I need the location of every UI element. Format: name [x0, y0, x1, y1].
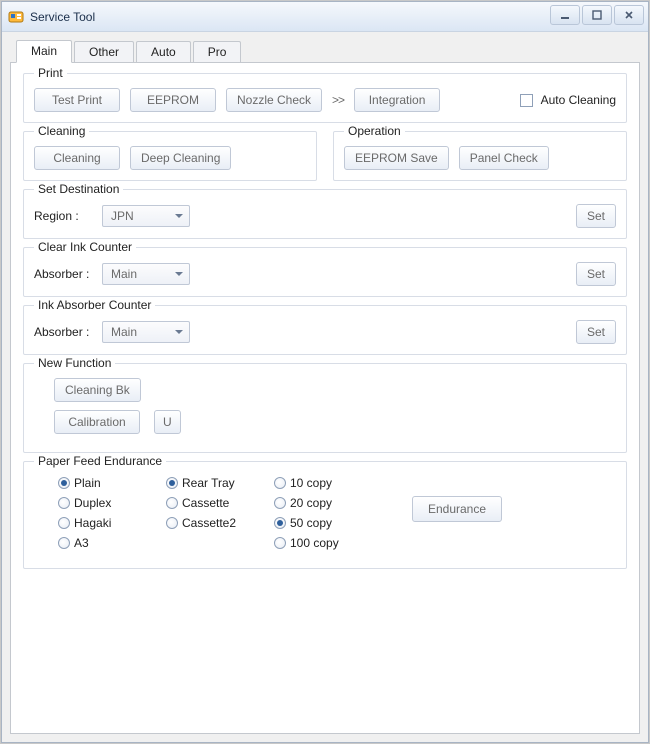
radio-plain[interactable]: Plain [58, 476, 136, 490]
client-area: Main Other Auto Pro Print Test Print EEP… [2, 32, 648, 742]
legend-paper-feed: Paper Feed Endurance [34, 454, 166, 468]
legend-clear-ink: Clear Ink Counter [34, 240, 136, 254]
legend-ink-absorber: Ink Absorber Counter [34, 298, 155, 312]
group-set-destination: Set Destination Region : JPN Set [23, 189, 627, 239]
group-new-function: New Function Cleaning Bk Calibration U [23, 363, 627, 453]
eeprom-save-button[interactable]: EEPROM Save [344, 146, 449, 170]
radio-10copy-label: 10 copy [290, 476, 332, 490]
clear-ink-set-button[interactable]: Set [576, 262, 616, 286]
window-controls [550, 5, 644, 25]
radio-icon [166, 497, 178, 509]
panel-check-button[interactable]: Panel Check [459, 146, 549, 170]
u-button[interactable]: U [154, 410, 181, 434]
group-cleaning: Cleaning Cleaning Deep Cleaning [23, 131, 317, 181]
group-print: Print Test Print EEPROM Nozzle Check >> … [23, 73, 627, 123]
radio-icon [58, 477, 70, 489]
checkbox-icon [520, 94, 533, 107]
cleaning-button[interactable]: Cleaning [34, 146, 120, 170]
radio-hagaki[interactable]: Hagaki [58, 516, 136, 530]
radio-duplex[interactable]: Duplex [58, 496, 136, 510]
deep-cleaning-button[interactable]: Deep Cleaning [130, 146, 231, 170]
pfe-col-media: Plain Duplex Hagaki A3 [58, 476, 146, 550]
endurance-button[interactable]: Endurance [412, 496, 502, 522]
radio-a3-label: A3 [74, 536, 89, 550]
print-row: Test Print EEPROM Nozzle Check >> Integr… [34, 88, 616, 112]
test-print-button[interactable]: Test Print [34, 88, 120, 112]
radio-50copy[interactable]: 50 copy [274, 516, 352, 530]
radio-20copy[interactable]: 20 copy [274, 496, 352, 510]
window-title: Service Tool [30, 10, 95, 24]
radio-100copy-label: 100 copy [290, 536, 339, 550]
app-icon [8, 9, 24, 25]
calibration-button[interactable]: Calibration [54, 410, 140, 434]
clear-absorber-value: Main [111, 267, 137, 281]
clear-absorber-label: Absorber : [34, 267, 92, 281]
radio-icon [58, 497, 70, 509]
ink-absorber-set-button[interactable]: Set [576, 320, 616, 344]
cleaning-operation-row: Cleaning Cleaning Deep Cleaning Operatio… [23, 131, 627, 189]
radio-icon [58, 537, 70, 549]
minimize-button[interactable] [550, 5, 580, 25]
ink-absorber-label: Absorber : [34, 325, 92, 339]
radio-icon [274, 497, 286, 509]
pfe-col-copies: 10 copy 20 copy 50 copy 100 copy [274, 476, 362, 550]
radio-duplex-label: Duplex [74, 496, 111, 510]
region-label: Region : [34, 209, 92, 223]
close-button[interactable] [614, 5, 644, 25]
ink-absorber-combo[interactable]: Main [102, 321, 190, 343]
legend-print: Print [34, 66, 67, 80]
radio-cassette[interactable]: Cassette [166, 496, 244, 510]
group-ink-absorber: Ink Absorber Counter Absorber : Main Set [23, 305, 627, 355]
radio-icon [274, 477, 286, 489]
radio-10copy[interactable]: 10 copy [274, 476, 352, 490]
radio-hagaki-label: Hagaki [74, 516, 111, 530]
cleaning-bk-button[interactable]: Cleaning Bk [54, 378, 141, 402]
radio-50copy-label: 50 copy [290, 516, 332, 530]
tab-auto[interactable]: Auto [136, 41, 191, 63]
group-operation: Operation EEPROM Save Panel Check [333, 131, 627, 181]
tab-main[interactable]: Main [16, 40, 72, 63]
region-set-button[interactable]: Set [576, 204, 616, 228]
radio-20copy-label: 20 copy [290, 496, 332, 510]
radio-rear-tray-label: Rear Tray [182, 476, 235, 490]
tab-pro[interactable]: Pro [193, 41, 242, 63]
legend-set-destination: Set Destination [34, 182, 123, 196]
radio-icon [274, 537, 286, 549]
radio-rear-tray[interactable]: Rear Tray [166, 476, 244, 490]
legend-cleaning: Cleaning [34, 124, 89, 138]
radio-icon [274, 517, 286, 529]
chevron-icon: >> [332, 93, 344, 107]
radio-cassette-label: Cassette [182, 496, 229, 510]
tabstrip: Main Other Auto Pro [10, 40, 640, 63]
tab-other[interactable]: Other [74, 41, 134, 63]
region-value: JPN [111, 209, 134, 223]
radio-100copy[interactable]: 100 copy [274, 536, 352, 550]
radio-icon [58, 517, 70, 529]
eeprom-button[interactable]: EEPROM [130, 88, 216, 112]
radio-a3[interactable]: A3 [58, 536, 136, 550]
radio-cassette2-label: Cassette2 [182, 516, 236, 530]
radio-cassette2[interactable]: Cassette2 [166, 516, 244, 530]
group-clear-ink: Clear Ink Counter Absorber : Main Set [23, 247, 627, 297]
group-paper-feed: Paper Feed Endurance Plain Duplex Hagaki… [23, 461, 627, 569]
titlebar: Service Tool [2, 2, 648, 32]
ink-absorber-value: Main [111, 325, 137, 339]
legend-operation: Operation [344, 124, 405, 138]
nozzle-check-button[interactable]: Nozzle Check [226, 88, 322, 112]
paper-feed-grid: Plain Duplex Hagaki A3 Rear Tray Cassett… [58, 476, 362, 550]
radio-icon [166, 517, 178, 529]
integration-button[interactable]: Integration [354, 88, 440, 112]
auto-cleaning-checkbox[interactable]: Auto Cleaning [520, 93, 616, 107]
main-window: Service Tool Main Other Auto Pro Print T… [1, 1, 649, 743]
legend-new-function: New Function [34, 356, 115, 370]
clear-absorber-combo[interactable]: Main [102, 263, 190, 285]
radio-plain-label: Plain [74, 476, 101, 490]
auto-cleaning-label: Auto Cleaning [541, 93, 616, 107]
tabpanel-main: Print Test Print EEPROM Nozzle Check >> … [10, 62, 640, 734]
radio-icon [166, 477, 178, 489]
maximize-button[interactable] [582, 5, 612, 25]
pfe-col-source: Rear Tray Cassette Cassette2 [166, 476, 254, 550]
app-canvas: Service Tool Main Other Auto Pro Print T… [0, 0, 650, 744]
region-combo[interactable]: JPN [102, 205, 190, 227]
